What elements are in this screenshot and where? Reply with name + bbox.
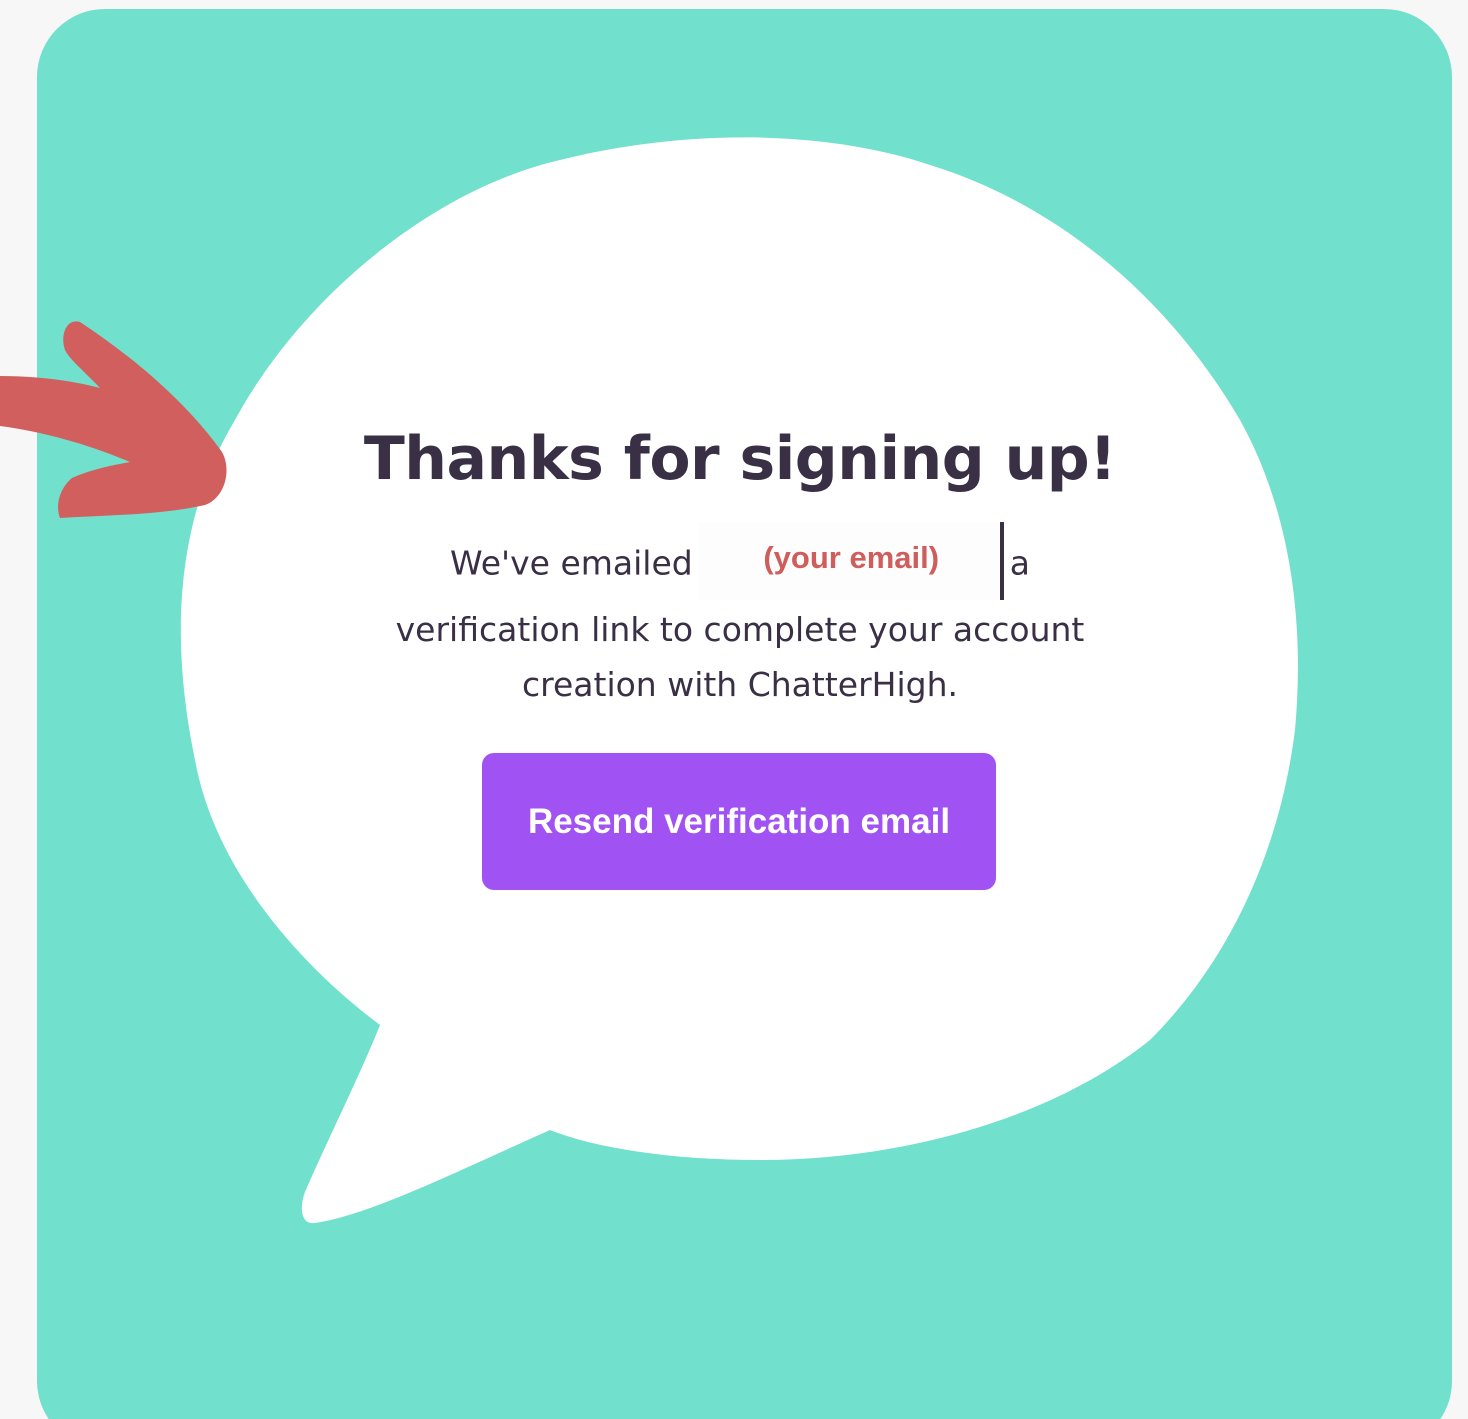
message-line-3: creation with ChatterHigh. [522,665,958,704]
message-line-2: verification link to complete your accou… [395,610,1085,649]
page: Thanks for signing up! We've emailed (you… [0,0,1468,1419]
email-placeholder-annotation: (your email) [763,540,940,575]
email-address-slot: (your email) [698,522,1004,602]
message-text-after-email: a [1009,543,1030,583]
message-text-before-email: We've emailed [450,543,693,583]
verification-message: We've emailed (your email) a verification … [360,522,1120,712]
page-title: Thanks for signing up! [363,424,1117,494]
resend-verification-email-button[interactable]: Resend verification email [482,753,996,890]
